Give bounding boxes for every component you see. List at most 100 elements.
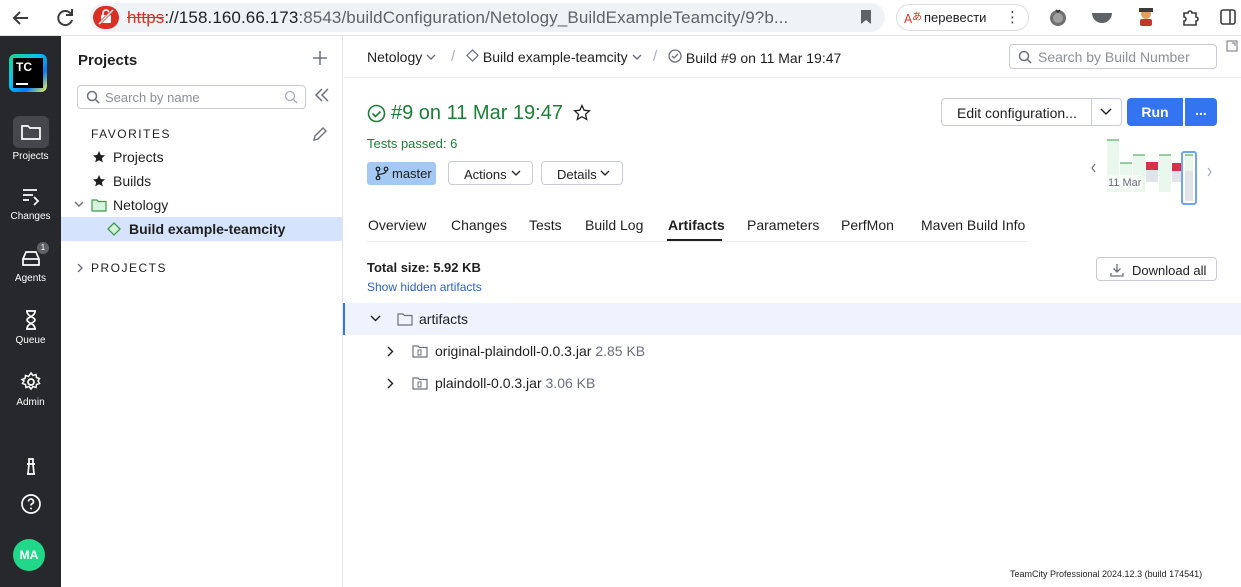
extension-tomato-icon[interactable] [1047, 6, 1071, 30]
chevron-right-icon[interactable] [387, 346, 395, 357]
details-dropdown[interactable]: Details [541, 161, 623, 185]
rail-item-queue[interactable]: Queue [0, 308, 61, 346]
chart-date-label: 11 Mar [1108, 177, 1142, 189]
agents-count-badge: 1 [37, 242, 49, 254]
favorites-item-label: Projects [113, 149, 164, 165]
svg-text:あ: あ [912, 11, 922, 23]
tree-item-build-example-teamcity[interactable]: Build example-teamcity [61, 217, 342, 241]
project-search-input[interactable]: Search by name [77, 85, 306, 109]
expand-icon[interactable] [1226, 40, 1238, 52]
run-button[interactable]: Run [1127, 98, 1183, 126]
favorites-item-projects[interactable]: Projects [61, 145, 342, 169]
rail-item-admin[interactable]: Admin [0, 370, 61, 408]
teamcity-logo[interactable]: TC [9, 54, 47, 92]
rail-label-queue: Queue [15, 335, 46, 346]
rail-item-agents[interactable]: 1 Agents [0, 242, 61, 284]
changes-icon [22, 189, 39, 206]
help-button[interactable] [0, 492, 61, 516]
star-outline-icon[interactable] [573, 104, 591, 122]
build-history-chart[interactable]: 11 Mar [1090, 135, 1220, 207]
project-folder-icon [91, 199, 107, 212]
tree-item-label: Netology [113, 197, 169, 213]
plus-icon [313, 51, 327, 65]
chevron-down-icon [632, 54, 642, 60]
chart-prev-icon[interactable] [1091, 163, 1096, 173]
collapse-sidebar-button[interactable] [314, 88, 330, 107]
artifact-folder-row[interactable]: artifacts [343, 303, 1241, 335]
extension-avatar-icon[interactable] [1135, 6, 1159, 30]
artifact-file-name[interactable]: original-plaindoll-0.0.3.jar [435, 343, 591, 359]
download-all-button[interactable]: Download all [1096, 257, 1217, 281]
address-bar[interactable]: https://158.160.66.173:8543/buildConfigu… [90, 3, 885, 32]
chart-bar[interactable] [1159, 155, 1171, 192]
extension-bowl-icon[interactable] [1090, 6, 1114, 30]
actions-dropdown[interactable]: Actions [448, 161, 533, 185]
rail-item-projects[interactable]: Projects [0, 116, 61, 162]
tab-maven-build-info[interactable]: Maven Build Info [921, 217, 1025, 233]
breadcrumb-build[interactable]: Build #9 on 11 Mar 19:47 [668, 49, 841, 66]
tab-changes[interactable]: Changes [451, 217, 507, 233]
projects-section-toggle[interactable]: PROJECTS [61, 255, 342, 279]
chevron-right-icon [77, 263, 83, 273]
chevron-down-icon[interactable] [1100, 107, 1112, 117]
main-navigation-rail: TC Projects Changes 1 Agents Queue Admin… [0, 36, 61, 587]
build-number-search-input[interactable]: Search by Build Number [1009, 44, 1217, 69]
artifact-file-name[interactable]: plaindoll-0.0.3.jar [435, 375, 542, 391]
extensions-puzzle-icon[interactable] [1179, 6, 1203, 30]
build-title-text: #9 on 11 Mar 19:47 [391, 102, 563, 124]
chart-bar[interactable] [1146, 162, 1158, 170]
download-icon [1110, 264, 1124, 277]
tree-item-netology[interactable]: Netology [61, 193, 342, 217]
user-avatar[interactable]: MA [13, 539, 45, 571]
build-config-icon [107, 222, 121, 236]
translate-button[interactable]: Aあ перевести ⋮ [896, 4, 1029, 31]
breadcrumb-separator: / [653, 48, 658, 65]
breadcrumb-build-config[interactable]: Build example-teamcity [466, 49, 642, 65]
back-icon[interactable] [9, 6, 33, 30]
favorites-item-builds[interactable]: Builds [61, 169, 342, 193]
version-footer: TeamCity Professional 2024.12.3 (build 1… [1010, 569, 1203, 579]
pencil-icon [313, 127, 327, 141]
build-success-icon [367, 104, 386, 123]
chevron-down-icon[interactable] [74, 201, 84, 209]
chart-next-icon[interactable] [1207, 167, 1212, 177]
breadcrumb: Netology / Build example-teamcity / Buil… [344, 36, 1241, 78]
tab-overview[interactable]: Overview [368, 217, 426, 233]
artifact-file-row[interactable]: original-plaindoll-0.0.3.jar 2.85 KB [343, 335, 1241, 367]
chevron-right-icon[interactable] [387, 378, 395, 389]
reload-icon[interactable] [53, 6, 77, 30]
favorites-item-label: Builds [113, 173, 152, 189]
tab-tests[interactable]: Tests [529, 217, 562, 233]
artifact-file-size: 3.06 KB [545, 375, 596, 391]
add-project-button[interactable] [312, 50, 328, 70]
artifact-file-row[interactable]: plaindoll-0.0.3.jar 3.06 KB [343, 367, 1241, 399]
run-custom-build-button[interactable]: ... [1185, 98, 1217, 126]
breadcrumb-separator: / [451, 48, 456, 65]
tab-perfmon[interactable]: PerfMon [841, 217, 894, 233]
tab-parameters[interactable]: Parameters [747, 217, 819, 233]
star-filled-icon [93, 175, 105, 187]
tests-passed-status[interactable]: Tests passed: 6 [367, 136, 457, 151]
star-filled-icon [93, 151, 105, 163]
whats-new-button[interactable] [0, 454, 61, 478]
kebab-icon[interactable]: ⋮ [1005, 8, 1020, 26]
archive-icon [412, 377, 428, 390]
show-hidden-artifacts-link[interactable]: Show hidden artifacts [367, 280, 482, 294]
insecure-icon[interactable] [93, 6, 119, 29]
projects-panel-title: Projects [78, 52, 138, 69]
rail-item-changes[interactable]: Changes [0, 184, 61, 222]
search-clear-icon[interactable] [284, 90, 298, 104]
branch-badge[interactable]: master [367, 162, 436, 185]
build-tabs: Overview Changes Tests Build Log Artifac… [367, 212, 1027, 242]
tab-artifacts[interactable]: Artifacts [668, 217, 725, 233]
chevron-down-icon[interactable] [370, 315, 381, 323]
edit-favorites-button[interactable] [312, 126, 328, 147]
bookmark-icon[interactable] [859, 9, 873, 30]
edit-configuration-button[interactable]: Edit configuration... [941, 98, 1122, 126]
favorites-section-label: FAVORITES [91, 127, 171, 141]
tab-build-log[interactable]: Build Log [585, 217, 643, 233]
folder-icon [20, 125, 41, 140]
breadcrumb-project[interactable]: Netology [367, 49, 436, 65]
sidebar-panel-icon[interactable] [1217, 6, 1241, 30]
branch-icon [375, 166, 389, 180]
